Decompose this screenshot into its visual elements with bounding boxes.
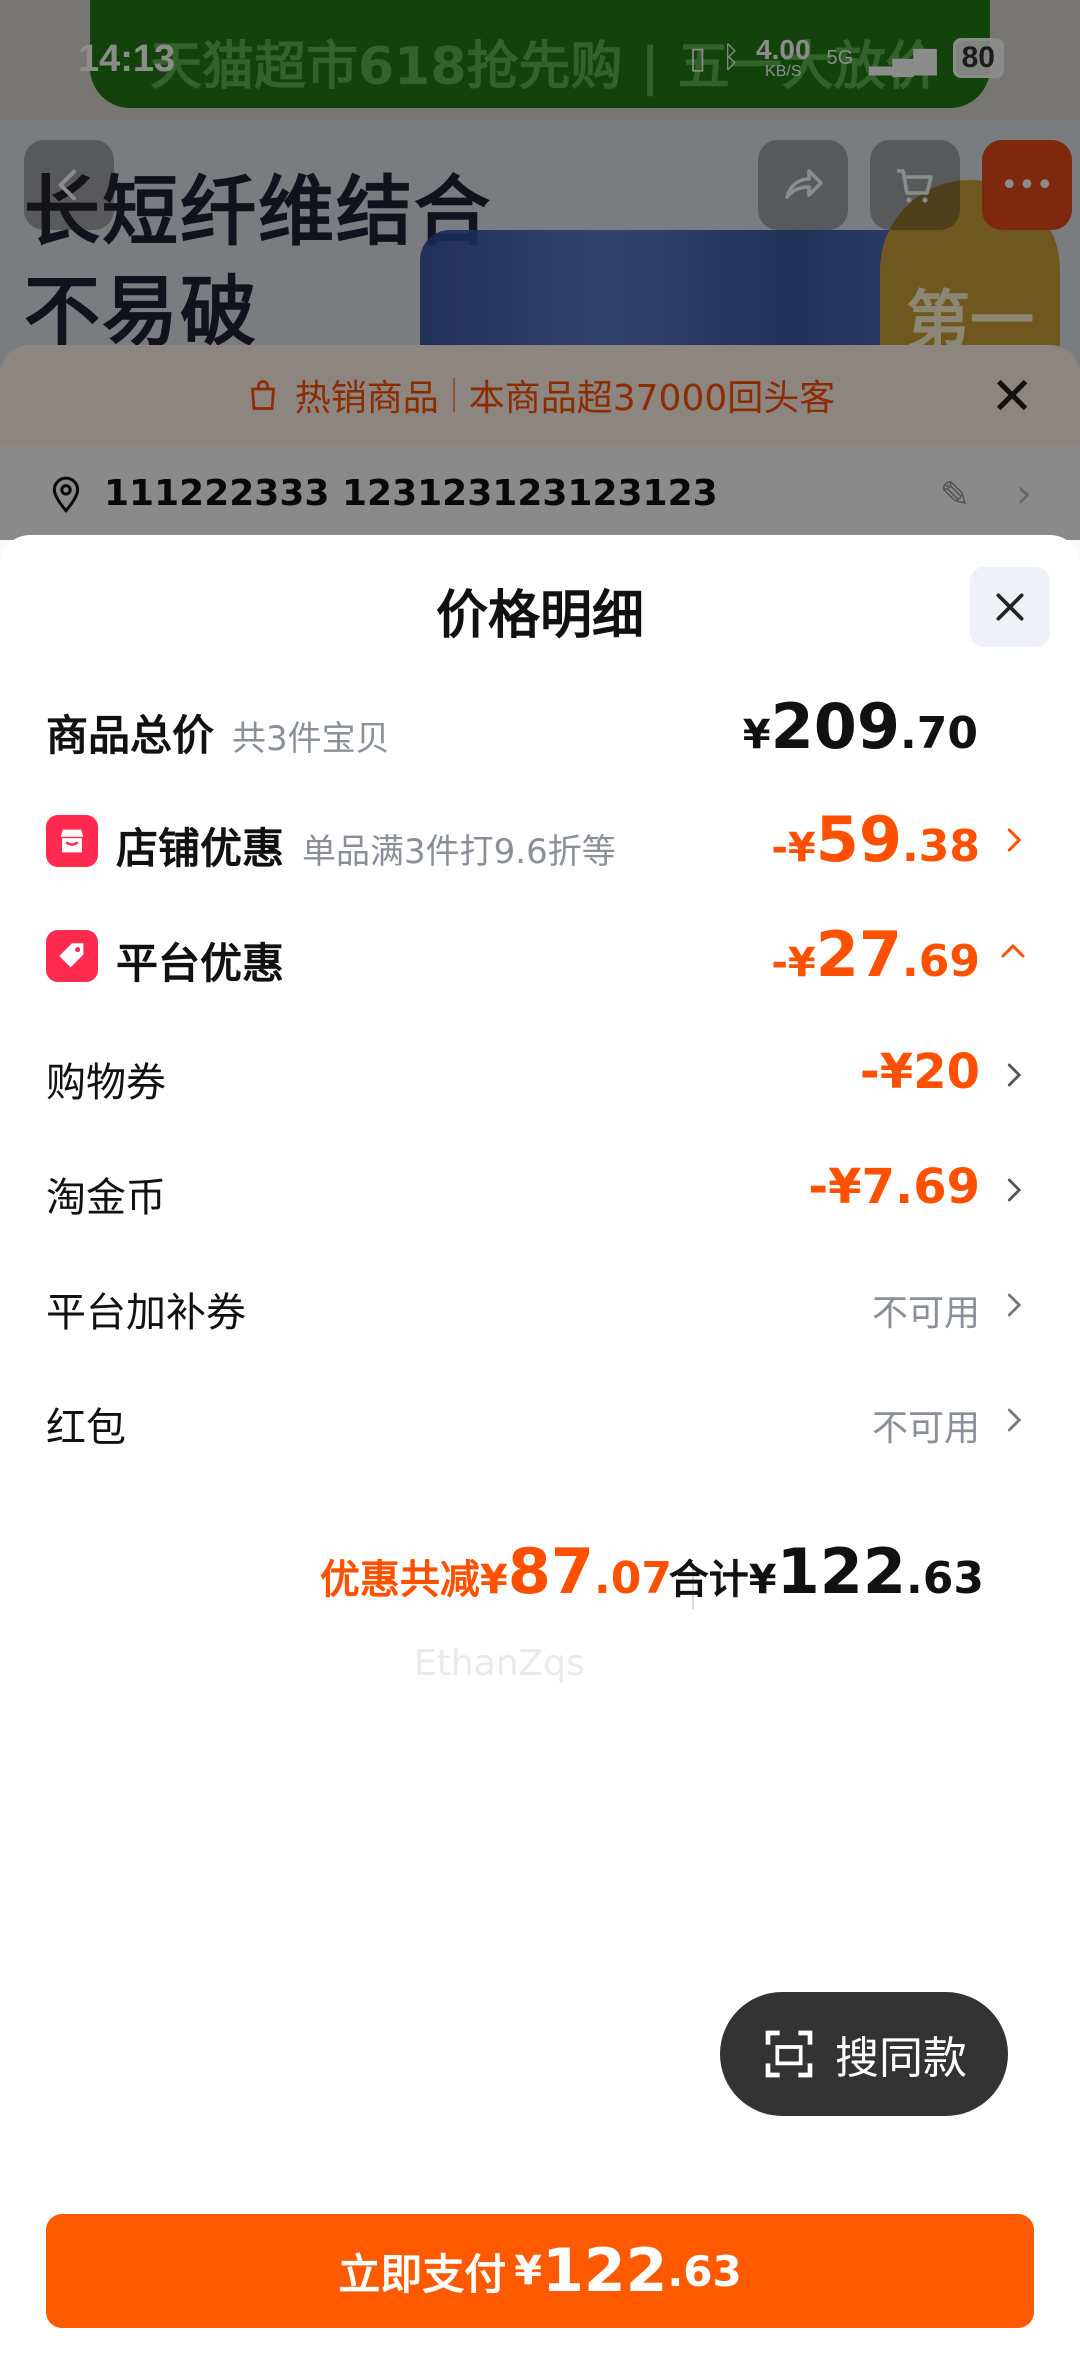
- chevron-right-icon: [1007, 828, 1022, 852]
- currency-symbol: -¥: [771, 825, 816, 871]
- modal-overlay[interactable]: [0, 0, 1080, 540]
- amount-dec: .69: [902, 936, 980, 987]
- store-discount-row[interactable]: 店铺优惠 单品满3件打9.6折等 -¥59.38: [0, 803, 1080, 883]
- platform-subsidy-status: 不可用: [871, 1293, 980, 1334]
- store-discount-label: 店铺优惠: [116, 824, 285, 873]
- total-price-amount: ¥209.70: [743, 690, 978, 763]
- pay-now-button[interactable]: 立即支付 ¥122.63: [46, 2214, 1034, 2328]
- amount-dec: .38: [902, 821, 980, 872]
- total-label: 合计: [668, 1557, 749, 1603]
- amount-int: 87: [507, 1535, 595, 1608]
- amount-dec: .63: [906, 1553, 984, 1604]
- chevron-up-icon: [1001, 943, 1025, 958]
- total-savings: 优惠共减¥87.07: [320, 1535, 672, 1608]
- amount-int: 209: [770, 690, 901, 763]
- chevron-right-icon: [1007, 1408, 1022, 1432]
- tag-icon: [46, 930, 98, 982]
- savings-label: 优惠共减: [319, 1557, 480, 1603]
- currency-symbol: ¥: [514, 2248, 543, 2294]
- coupon-label: 购物券: [46, 1060, 166, 1106]
- amount-dec: .63: [667, 2246, 742, 2296]
- currency-symbol: -¥: [771, 940, 816, 986]
- currency-symbol: ¥: [742, 712, 771, 758]
- pay-label: 立即支付: [338, 2249, 507, 2299]
- currency-symbol: ¥: [748, 1557, 777, 1603]
- red-packet-row[interactable]: 红包 不可用: [0, 1383, 1080, 1463]
- taojin-coin-label: 淘金币: [46, 1175, 166, 1221]
- scan-icon: [765, 2030, 813, 2078]
- item-count: 共3件宝贝: [232, 719, 390, 759]
- platform-subsidy-row[interactable]: 平台加补券 不可用: [0, 1268, 1080, 1348]
- red-packet-label: 红包: [46, 1405, 126, 1451]
- search-same-label: 搜同款: [835, 2033, 967, 2084]
- platform-subsidy-label: 平台加补券: [46, 1290, 246, 1336]
- total-price-label-group: 商品总价 共3件宝贝: [46, 702, 390, 763]
- watermark: EthanZqs: [414, 1643, 585, 1684]
- amount-dec: .07: [594, 1553, 672, 1604]
- total-price-row: 商品总价 共3件宝贝 ¥209.70: [0, 690, 1080, 770]
- amount-int: 122: [776, 1535, 907, 1608]
- platform-discount-label: 平台优惠: [116, 939, 285, 988]
- grand-total: 合计¥122.63: [669, 1535, 984, 1608]
- search-same-button[interactable]: 搜同款: [720, 1992, 1008, 2116]
- coupon-amount: -¥20: [859, 1044, 980, 1100]
- taojin-coin-amount: -¥7.69: [808, 1159, 980, 1215]
- total-price-label: 商品总价: [46, 711, 215, 760]
- close-icon: [996, 593, 1024, 621]
- store-discount-amount: -¥59.38: [771, 803, 980, 876]
- sheet-title: 价格明细: [435, 586, 644, 646]
- currency-symbol: ¥: [479, 1557, 508, 1603]
- platform-discount-row[interactable]: 平台优惠 -¥27.69: [0, 918, 1080, 998]
- amount-dec: .70: [900, 708, 978, 759]
- store-icon: [46, 815, 98, 867]
- coupon-row[interactable]: 购物券 -¥20: [0, 1038, 1080, 1118]
- platform-discount-amount: -¥27.69: [771, 918, 980, 991]
- close-sheet-button[interactable]: [970, 567, 1050, 647]
- red-packet-status: 不可用: [871, 1408, 980, 1449]
- amount-int: 27: [815, 918, 903, 991]
- chevron-right-icon: [1007, 1178, 1022, 1202]
- amount-int: 122: [542, 2236, 668, 2306]
- store-discount-desc: 单品满3件打9.6折等: [302, 832, 616, 872]
- amount-int: 59: [815, 803, 903, 876]
- chevron-right-icon: [1007, 1293, 1022, 1317]
- price-summary: 优惠共减¥87.07 合计¥122.63: [0, 1535, 1080, 1635]
- chevron-right-icon: [1007, 1063, 1022, 1087]
- taojin-coin-row[interactable]: 淘金币 -¥7.69: [0, 1153, 1080, 1233]
- store-discount-label-group: 店铺优惠 单品满3件打9.6折等: [116, 815, 616, 876]
